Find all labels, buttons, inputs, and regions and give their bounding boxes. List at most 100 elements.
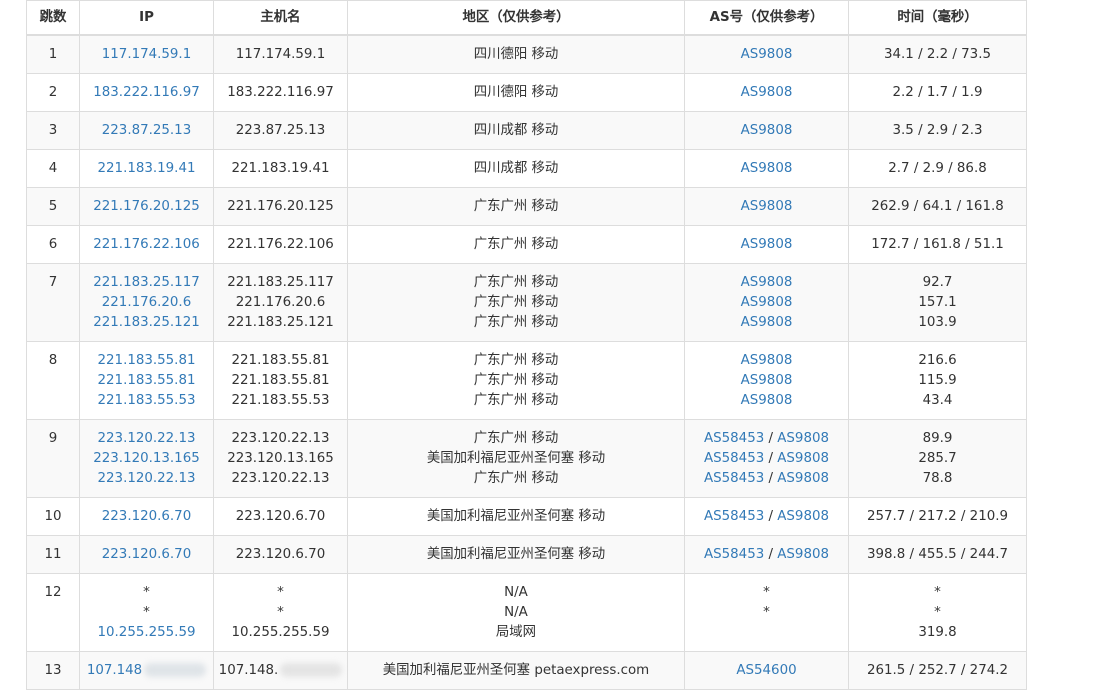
as-link[interactable]: AS9808 — [741, 295, 793, 310]
as-cell: AS9808 AS9808 AS9808 — [684, 263, 849, 342]
ip-timeout: * — [143, 585, 150, 600]
ip-link[interactable]: 221.176.20.6 — [80, 293, 213, 313]
hop-number: 6 — [48, 237, 58, 252]
ip-link[interactable]: 223.87.25.13 — [80, 121, 213, 141]
as-link[interactable]: AS9808 — [777, 451, 829, 466]
time-cell: 261.5 / 252.7 / 274.2 — [848, 651, 1027, 690]
hostname-cell: 221.183.25.117 221.176.20.6 221.183.25.121 — [213, 263, 348, 342]
ip-link[interactable]: 223.120.13.165 — [80, 449, 213, 469]
ip-cell: 223.87.25.13 — [79, 111, 214, 150]
ip-link[interactable]: 221.176.20.125 — [80, 197, 213, 217]
table-row: 1 117.174.59.1 117.174.59.1 四川德阳 移动 AS9808 34… — [26, 34, 1027, 74]
as-link[interactable]: AS9808 — [777, 509, 829, 524]
hostname: 223.120.6.70 — [235, 547, 326, 562]
as-link[interactable]: AS9808 — [741, 393, 793, 408]
ip-cell: 183.222.116.97 — [79, 73, 214, 112]
ip-link[interactable]: 117.174.59.1 — [80, 45, 213, 65]
time-value: 261.5 / 252.7 / 274.2 — [866, 663, 1009, 678]
as-cell: * * — [684, 573, 849, 652]
as-link[interactable]: AS9808 — [777, 431, 829, 446]
ip-link[interactable]: 223.120.22.13 — [80, 469, 213, 489]
ip-cell: 221.183.19.41 — [79, 149, 214, 188]
time-value: 103.9 — [918, 315, 957, 330]
as-link[interactable]: AS58453 — [704, 509, 764, 524]
as-link[interactable]: AS58453 — [704, 451, 764, 466]
as-link[interactable]: AS9808 — [741, 275, 793, 290]
time-value: 3.5 / 2.9 / 2.3 — [892, 123, 983, 138]
as-link[interactable]: AS9808 — [741, 373, 793, 388]
ip-link[interactable]: 221.176.22.106 — [80, 235, 213, 255]
hop-cell: 8 — [26, 341, 80, 420]
hostname-cell: 183.222.116.97 — [213, 73, 348, 112]
ip-link[interactable]: 223.120.6.70 — [80, 545, 213, 565]
time-cell: 34.1 / 2.2 / 73.5 — [848, 34, 1027, 74]
hostname: 221.183.25.121 — [227, 315, 334, 330]
ip-link[interactable]: 221.183.19.41 — [80, 159, 213, 179]
as-link[interactable]: AS9808 — [777, 547, 829, 562]
hostname: 223.120.22.13 — [231, 431, 330, 446]
as-line: AS9808 — [685, 371, 848, 391]
as-line: AS9808 — [685, 45, 848, 65]
hostname: 223.120.22.13 — [231, 471, 330, 486]
hostname-cell: * * 10.255.255.59 — [213, 573, 348, 652]
region: 广东广州 移动 — [473, 393, 559, 408]
as-link[interactable]: AS54600 — [736, 663, 796, 678]
hop-number: 10 — [44, 509, 62, 524]
ip-link[interactable]: 221.183.25.121 — [80, 313, 213, 333]
as-link[interactable]: AS9808 — [741, 353, 793, 368]
hop-cell: 10 — [26, 497, 80, 536]
ip-timeout: * — [143, 605, 150, 620]
ip-link[interactable]: 221.183.55.53 — [80, 391, 213, 411]
ip-link[interactable]: 221.183.55.81 — [80, 351, 213, 371]
as-line: AS58453 / AS9808 — [685, 545, 848, 565]
as-cell: AS9808 — [684, 149, 849, 188]
hostname-cell: 117.174.59.1 — [213, 34, 348, 74]
ip-link[interactable]: 223.120.6.70 — [80, 507, 213, 527]
as-link[interactable]: AS58453 — [704, 547, 764, 562]
ip-link[interactable]: 221.183.55.81 — [80, 371, 213, 391]
hostname: 223.87.25.13 — [235, 123, 326, 138]
as-line: AS9808 — [685, 391, 848, 411]
time-value: 92.7 — [922, 275, 953, 290]
table-header-row: 跳数 IP 主机名 地区（仅供参考） AS号（仅供参考） 时间（毫秒） — [26, 0, 1027, 36]
hop-cell: 6 — [26, 225, 80, 264]
time-value: 115.9 — [918, 373, 957, 388]
as-link[interactable]: AS58453 — [704, 471, 764, 486]
time-cell: 2.7 / 2.9 / 86.8 — [848, 149, 1027, 188]
as-link[interactable]: AS9808 — [741, 315, 793, 330]
hostname-text: 107.148. — [218, 663, 279, 678]
ip-link[interactable]: 221.183.25.117 — [80, 273, 213, 293]
as-link[interactable]: AS9808 — [741, 237, 793, 252]
hostname: * — [277, 605, 284, 620]
hostname: 107.148. — [214, 661, 347, 681]
region: 四川成都 移动 — [473, 161, 559, 176]
as-link[interactable]: AS9808 — [741, 199, 793, 214]
as-link[interactable]: AS9808 — [741, 85, 793, 100]
as-line: AS9808 — [685, 235, 848, 255]
ip-cell: 117.174.59.1 — [79, 34, 214, 74]
ip-link[interactable]: 10.255.255.59 — [80, 623, 213, 643]
region-cell: 美国加利福尼亚州圣何塞 petaexpress.com — [347, 651, 685, 690]
ip-link[interactable]: 107.148 — [80, 661, 213, 681]
ip-link-text[interactable]: 107.148 — [87, 663, 142, 678]
region: 局域网 — [495, 625, 537, 640]
hostname: 221.183.25.117 — [227, 275, 334, 290]
time-cell: 92.7 157.1 103.9 — [848, 263, 1027, 342]
time-cell: 257.7 / 217.2 / 210.9 — [848, 497, 1027, 536]
as-link[interactable]: AS9808 — [741, 47, 793, 62]
as-link[interactable]: AS58453 — [704, 431, 764, 446]
time-cell: 89.9 285.7 78.8 — [848, 419, 1027, 498]
ip-link[interactable]: 183.222.116.97 — [80, 83, 213, 103]
as-line: AS9808 — [685, 197, 848, 217]
as-line: AS54600 — [685, 661, 848, 681]
ip-cell: 221.176.22.106 — [79, 225, 214, 264]
as-separator: / — [764, 509, 778, 524]
header-time: 时间（毫秒） — [848, 0, 1027, 36]
as-link[interactable]: AS9808 — [741, 123, 793, 138]
region: 美国加利福尼亚州圣何塞 移动 — [426, 547, 606, 562]
ip-link[interactable]: 223.120.22.13 — [80, 429, 213, 449]
as-link[interactable]: AS9808 — [741, 161, 793, 176]
as-line: * — [685, 603, 848, 623]
as-link[interactable]: AS9808 — [777, 471, 829, 486]
ip-cell: 221.176.20.125 — [79, 187, 214, 226]
